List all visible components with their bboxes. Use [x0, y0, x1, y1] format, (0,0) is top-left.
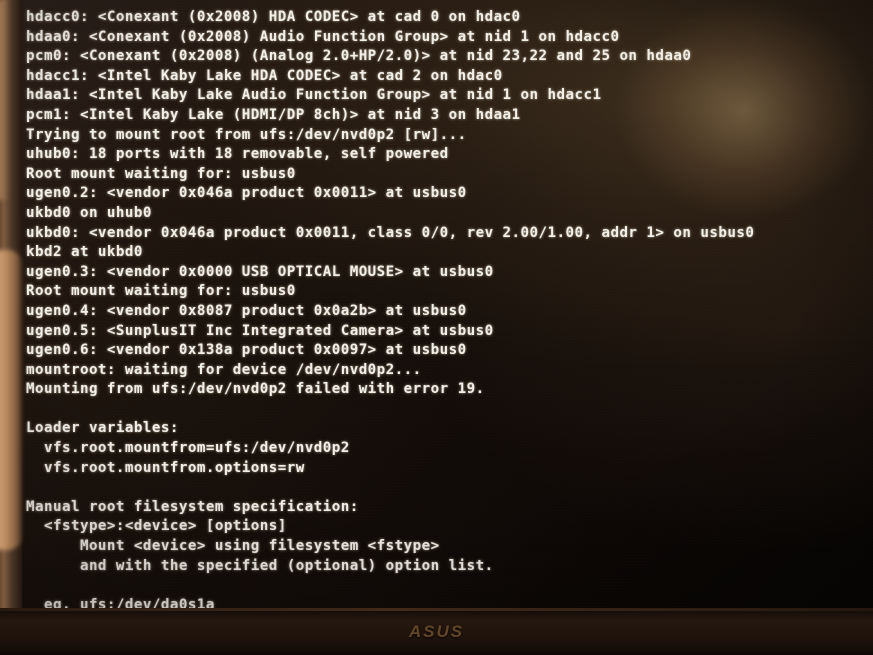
console-line: ugen0.2: <vendor 0x046a product 0x0011> … [26, 185, 467, 202]
console-line: hdaa1: <Intel Kaby Lake Audio Function G… [26, 87, 602, 104]
console-line: hdacc0: <Conexant (0x2008) HDA CODEC> at… [26, 9, 521, 25]
console-line: pcm1: <Intel Kaby Lake (HDMI/DP 8ch)> at… [26, 106, 521, 123]
console-line: ukbd0 on uhub0 [26, 204, 152, 221]
console-line: mountroot: waiting for device /dev/nvd0p… [26, 361, 422, 378]
console-line: kbd2 at ukbd0 [26, 244, 143, 261]
console-line: vfs.root.mountfrom.options=rw [26, 459, 305, 476]
kernel-boot-log: hdacc0: <Conexant (0x2008) HDA CODEC> at… [26, 8, 754, 616]
console-line: Root mount waiting for: usbus0 [26, 165, 296, 182]
asus-brand-logo: ASUS [408, 622, 465, 641]
console-line: ugen0.6: <vendor 0x138a product 0x0097> … [26, 342, 467, 359]
console-line: Manual root filesystem specification: [26, 498, 359, 515]
console-line: Loader variables: [26, 420, 179, 437]
console-line: and with the specified (optional) option… [26, 557, 494, 574]
console-line: uhub0: 18 ports with 18 removable, self … [26, 146, 449, 163]
console-line: <fstype>:<device> [options] [26, 518, 287, 535]
console-line: ugen0.3: <vendor 0x0000 USB OPTICAL MOUS… [26, 263, 494, 280]
console-line: ugen0.4: <vendor 0x8087 product 0x0a2b> … [26, 302, 467, 319]
console-line: Mount <device> using filesystem <fstype> [26, 538, 440, 555]
hand-holding-device [0, 250, 22, 550]
console-line: ugen0.5: <SunplusIT Inc Integrated Camer… [26, 322, 494, 339]
console-line: vfs.root.mountfrom=ufs:/dev/nvd0p2 [26, 440, 350, 457]
hand-edge-upper [0, 0, 14, 200]
console-line: pcm0: <Conexant (0x2008) (Analog 2.0+HP/… [26, 48, 692, 65]
console-line: Mounting from ufs:/dev/nvd0p2 failed wit… [26, 381, 485, 398]
photographed-laptop-screen: hdacc0: <Conexant (0x2008) HDA CODEC> at… [0, 0, 873, 655]
screen-bezel-bottom: ASUS [0, 608, 873, 655]
console-line: Root mount waiting for: usbus0 [26, 283, 296, 300]
console-screen: hdacc0: <Conexant (0x2008) HDA CODEC> at… [20, 0, 873, 616]
console-line: hdacc1: <Intel Kaby Lake HDA CODEC> at c… [26, 67, 503, 84]
console-line: ukbd0: <vendor 0x046a product 0x0011, cl… [26, 224, 755, 241]
console-line: hdaa0: <Conexant (0x2008) Audio Function… [26, 28, 620, 45]
console-line: Trying to mount root from ufs:/dev/nvd0p… [26, 126, 467, 143]
